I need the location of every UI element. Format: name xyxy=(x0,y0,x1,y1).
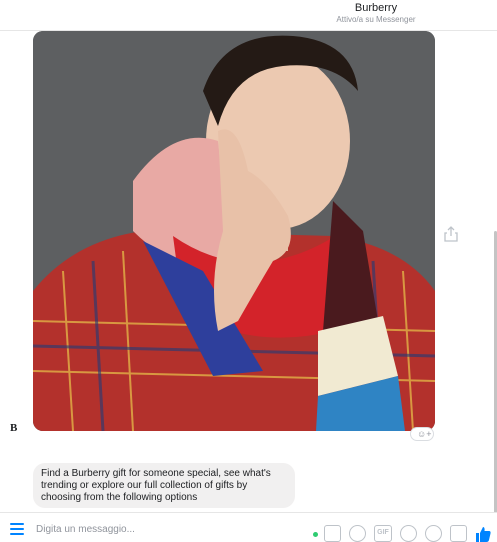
sticker-icon[interactable] xyxy=(349,525,366,542)
shared-photo[interactable] xyxy=(33,31,435,431)
menu-icon[interactable] xyxy=(10,523,24,535)
share-icon[interactable] xyxy=(444,226,458,242)
photo-icon[interactable] xyxy=(324,525,341,542)
message-input[interactable] xyxy=(36,522,296,536)
gif-icon[interactable]: GIF xyxy=(374,525,392,542)
microphone-icon[interactable] xyxy=(425,525,442,542)
smiley-reaction-icon[interactable]: ☺+ xyxy=(410,427,434,441)
thumbs-up-icon[interactable] xyxy=(474,525,492,542)
conversation-header: Burberry Attivo/a su Messenger xyxy=(0,0,497,31)
emoji-icon[interactable] xyxy=(400,525,417,542)
contact-name[interactable]: Burberry xyxy=(0,2,497,14)
composer-tools: GIF xyxy=(324,525,467,542)
active-status: Attivo/a su Messenger xyxy=(336,15,416,24)
camera-icon[interactable] xyxy=(450,525,467,542)
online-indicator xyxy=(313,532,318,537)
message-composer: GIF xyxy=(0,512,497,542)
message-list[interactable]: ☺+ B Find a Burberry gift for someone sp… xyxy=(0,31,497,536)
photo-illustration xyxy=(33,31,435,431)
message-bubble: Find a Burberry gift for someone special… xyxy=(33,463,295,508)
sender-avatar: B xyxy=(10,422,18,434)
